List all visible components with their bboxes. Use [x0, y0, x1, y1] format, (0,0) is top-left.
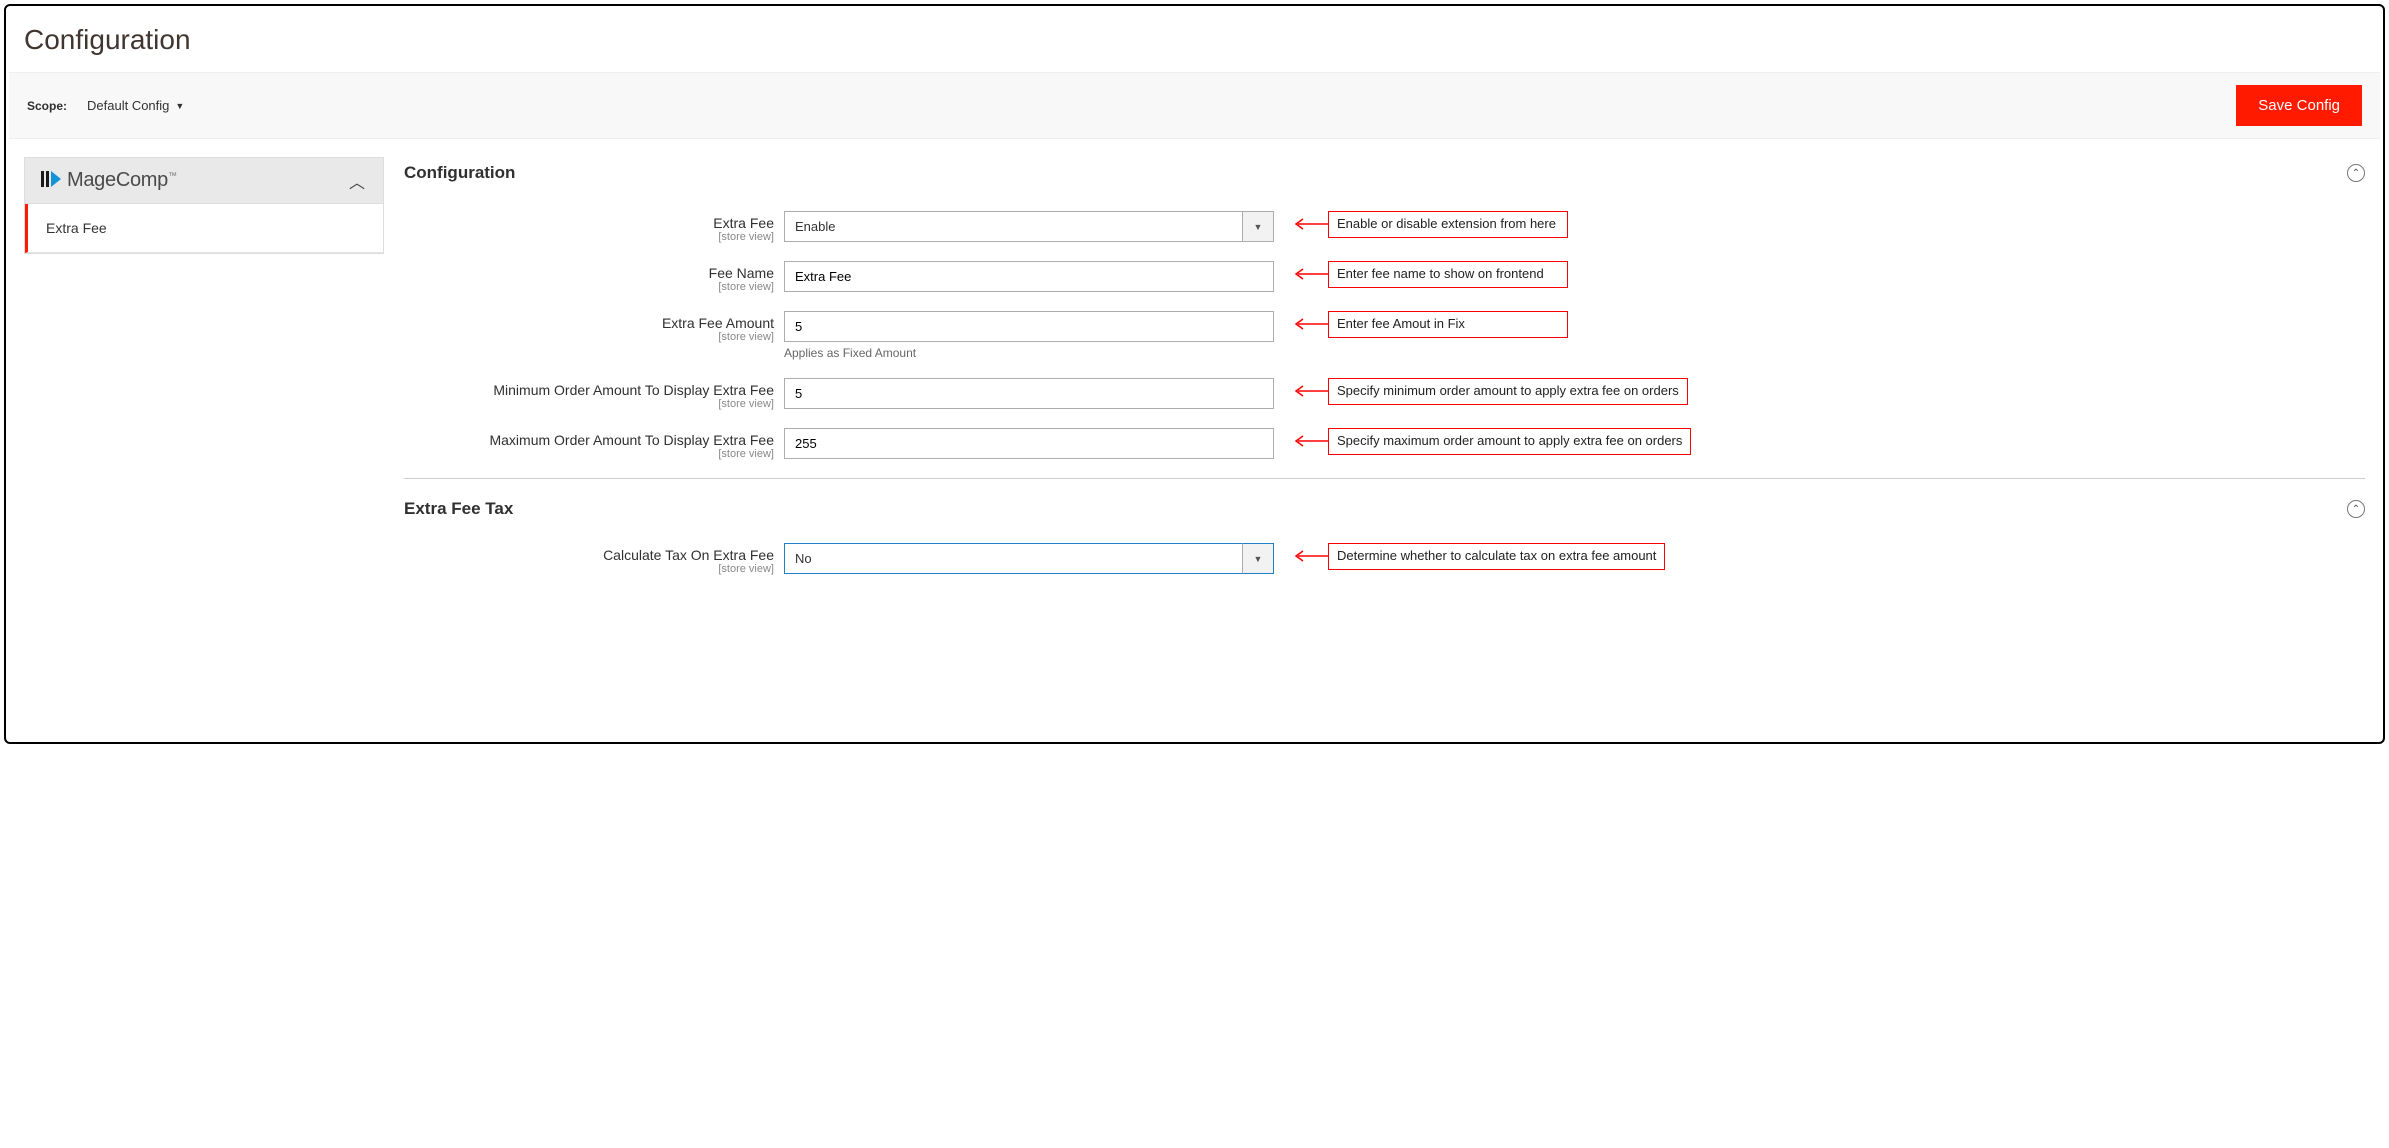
arrow-left-icon: [1292, 432, 1328, 450]
collapse-icon: ⌃: [2347, 500, 2365, 518]
field-scope: [store view]: [404, 231, 774, 243]
field-calculate-tax: Calculate Tax On Extra Fee [store view] …: [404, 543, 2365, 575]
callout: Enable or disable extension from here: [1328, 211, 1568, 238]
arrow-left-icon: [1292, 547, 1328, 565]
section-header-extra-fee-tax[interactable]: Extra Fee Tax ⌃: [404, 493, 2365, 543]
min-order-input[interactable]: [784, 378, 1274, 409]
sidebar-item-extra-fee[interactable]: Extra Fee: [25, 204, 383, 253]
sidebar-group-magecomp[interactable]: MageComp™ ︿: [25, 158, 383, 204]
callout: Specify minimum order amount to apply ex…: [1328, 378, 1688, 405]
fee-amount-input[interactable]: [784, 311, 1274, 342]
calculate-tax-select[interactable]: No ▼: [784, 543, 1274, 574]
callout: Enter fee Amout in Fix: [1328, 311, 1568, 338]
max-order-input[interactable]: [784, 428, 1274, 459]
section-title: Configuration: [404, 163, 515, 183]
field-fee-amount: Extra Fee Amount [store view] Applies as…: [404, 311, 2365, 360]
fee-name-input[interactable]: [784, 261, 1274, 292]
config-toolbar: Scope: Default Config ▼ Save Config: [9, 72, 2380, 139]
section-header-configuration[interactable]: Configuration ⌃: [404, 157, 2365, 211]
dropdown-button[interactable]: ▼: [1242, 543, 1274, 574]
field-fee-name: Fee Name [store view] Enter fee name to …: [404, 261, 2365, 293]
arrow-left-icon: [1292, 265, 1328, 283]
field-label: Minimum Order Amount To Display Extra Fe…: [493, 382, 774, 398]
arrow-left-icon: [1292, 382, 1328, 400]
arrow-left-icon: [1292, 315, 1328, 333]
caret-down-icon: ▼: [175, 101, 184, 111]
callout: Specify maximum order amount to apply ex…: [1328, 428, 1691, 455]
section-divider: [404, 478, 2365, 479]
callout: Enter fee name to show on frontend: [1328, 261, 1568, 288]
field-scope: [store view]: [404, 448, 774, 460]
field-label: Extra Fee Amount: [662, 315, 774, 331]
field-min-order: Minimum Order Amount To Display Extra Fe…: [404, 378, 2365, 410]
arrow-left-icon: [1292, 215, 1328, 233]
field-label: Maximum Order Amount To Display Extra Fe…: [489, 432, 774, 448]
scope-value: Default Config: [87, 98, 169, 113]
scope-label: Scope:: [27, 99, 67, 113]
field-extra-fee: Extra Fee [store view] Enable ▼ Enable o…: [404, 211, 2365, 243]
field-note: Applies as Fixed Amount: [784, 346, 1274, 360]
save-config-button[interactable]: Save Config: [2236, 85, 2362, 126]
scope-select[interactable]: Default Config ▼: [87, 98, 184, 113]
field-label: Extra Fee: [713, 215, 774, 231]
caret-down-icon: ▼: [1254, 554, 1263, 564]
field-scope: [store view]: [404, 563, 774, 575]
chevron-up-icon: ︿: [349, 169, 365, 193]
page-title: Configuration: [6, 6, 2383, 72]
extra-fee-select[interactable]: Enable ▼: [784, 211, 1274, 242]
field-scope: [store view]: [404, 398, 774, 410]
collapse-icon: ⌃: [2347, 164, 2365, 182]
field-label: Calculate Tax On Extra Fee: [603, 547, 774, 563]
config-sidebar: MageComp™ ︿ Extra Fee: [24, 157, 384, 254]
brand-name: MageComp™: [67, 169, 177, 192]
dropdown-button[interactable]: ▼: [1242, 211, 1274, 242]
caret-down-icon: ▼: [1254, 222, 1263, 232]
section-title: Extra Fee Tax: [404, 499, 513, 519]
field-scope: [store view]: [404, 331, 774, 343]
field-max-order: Maximum Order Amount To Display Extra Fe…: [404, 428, 2365, 460]
field-scope: [store view]: [404, 281, 774, 293]
callout: Determine whether to calculate tax on ex…: [1328, 543, 1665, 570]
field-label: Fee Name: [709, 265, 774, 281]
magecomp-logo-icon: [39, 168, 61, 193]
